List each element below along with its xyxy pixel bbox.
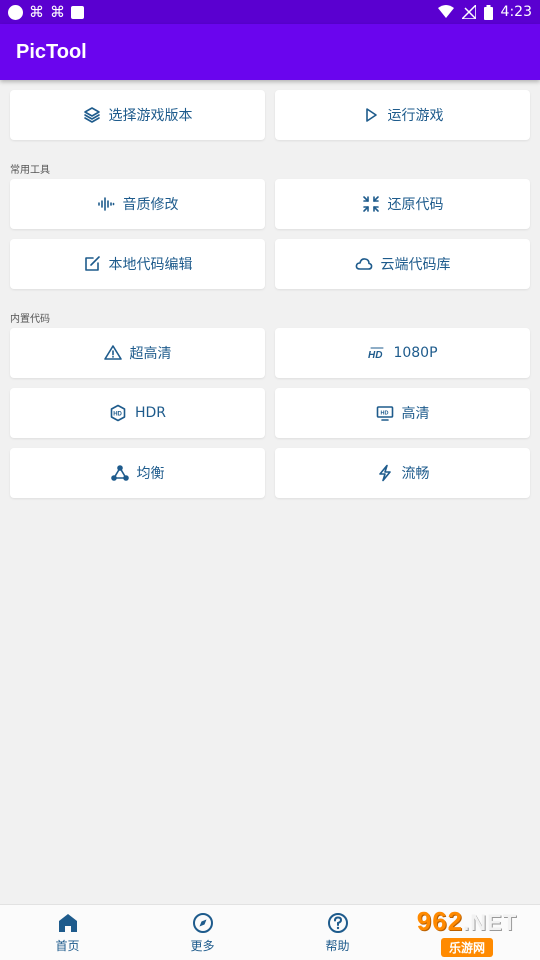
- watermark-logo: 962.NET 乐游网: [398, 905, 536, 957]
- hd-button[interactable]: HD 高清: [275, 388, 530, 438]
- help-icon: [327, 913, 348, 933]
- ultra-hd-button[interactable]: 超高清: [10, 328, 265, 378]
- section-title-common-tools: 常用工具: [10, 165, 50, 176]
- hdr-icon: HD: [109, 404, 127, 422]
- restore-code-label: 还原代码: [387, 197, 444, 213]
- hd-icon: HD: [367, 344, 385, 362]
- watermark-site-name: 乐游网: [440, 937, 493, 957]
- smooth-label: 流畅: [401, 466, 430, 482]
- status-time: 4:23: [500, 4, 532, 20]
- balance-icon: [110, 464, 129, 482]
- wifi-icon: [437, 5, 454, 18]
- cloud-code-library-button[interactable]: 云端代码库: [275, 239, 530, 289]
- section-title-builtin-codes: 内置代码: [10, 314, 50, 325]
- status-bar: ⌘ ⌘ 4:23: [0, 0, 540, 24]
- square-icon: [71, 5, 84, 19]
- status-bar-left: ⌘ ⌘: [8, 2, 84, 21]
- local-code-edit-button[interactable]: 本地代码编辑: [10, 239, 265, 289]
- app-title: PicTool: [16, 40, 87, 63]
- hdr-button[interactable]: HD HDR: [10, 388, 265, 438]
- lightning-icon: [376, 464, 394, 482]
- nav-home[interactable]: 首页: [0, 905, 135, 960]
- balanced-label: 均衡: [136, 466, 165, 482]
- app-bar: PicTool: [0, 24, 540, 80]
- smooth-button[interactable]: 流畅: [275, 448, 530, 498]
- restore-icon: [362, 195, 380, 213]
- app-notification-icon: ⌘: [50, 2, 65, 21]
- audio-quality-button[interactable]: 音质修改: [10, 179, 265, 229]
- 1080p-button[interactable]: HD 1080P: [275, 328, 530, 378]
- hd-monitor-icon: HD: [376, 404, 394, 422]
- edit-icon: [83, 255, 101, 273]
- play-icon: [362, 106, 380, 124]
- run-game-label: 运行游戏: [387, 108, 444, 124]
- select-game-version-label: 选择游戏版本: [108, 108, 193, 124]
- app-notification-icon: ⌘: [29, 2, 44, 21]
- balanced-button[interactable]: 均衡: [10, 448, 265, 498]
- compass-icon: [192, 913, 213, 933]
- nav-more[interactable]: 更多: [135, 905, 270, 960]
- no-signal-icon: [461, 5, 476, 19]
- local-code-edit-label: 本地代码编辑: [108, 257, 193, 273]
- watermark-suffix: .NET: [463, 909, 518, 935]
- svg-text:HD: HD: [113, 412, 122, 418]
- hd-label: 高清: [401, 406, 430, 422]
- battery-icon: [483, 4, 493, 20]
- warning-icon: [103, 344, 122, 362]
- watermark-number: 962: [416, 905, 464, 936]
- home-icon: [58, 914, 77, 932]
- status-bar-right: 4:23: [437, 4, 532, 20]
- select-game-version-button[interactable]: 选择游戏版本: [10, 90, 265, 140]
- layers-icon: [83, 106, 101, 124]
- svg-text:HD: HD: [380, 411, 388, 417]
- audio-quality-label: 音质修改: [122, 197, 179, 213]
- nav-help-label: 帮助: [325, 939, 350, 953]
- svg-text:HD: HD: [368, 350, 382, 361]
- cloud-icon: [355, 255, 373, 273]
- audio-wave-icon: [97, 195, 115, 213]
- circle-icon: [8, 4, 23, 20]
- run-game-button[interactable]: 运行游戏: [275, 90, 530, 140]
- ultra-hd-label: 超高清: [129, 346, 172, 362]
- nav-home-label: 首页: [55, 939, 80, 953]
- nav-more-label: 更多: [190, 939, 215, 953]
- nav-help[interactable]: 帮助: [270, 905, 405, 960]
- cloud-code-library-label: 云端代码库: [380, 257, 451, 273]
- restore-code-button[interactable]: 还原代码: [275, 179, 530, 229]
- hdr-label: HDR: [134, 405, 167, 421]
- 1080p-label: 1080P: [393, 345, 438, 361]
